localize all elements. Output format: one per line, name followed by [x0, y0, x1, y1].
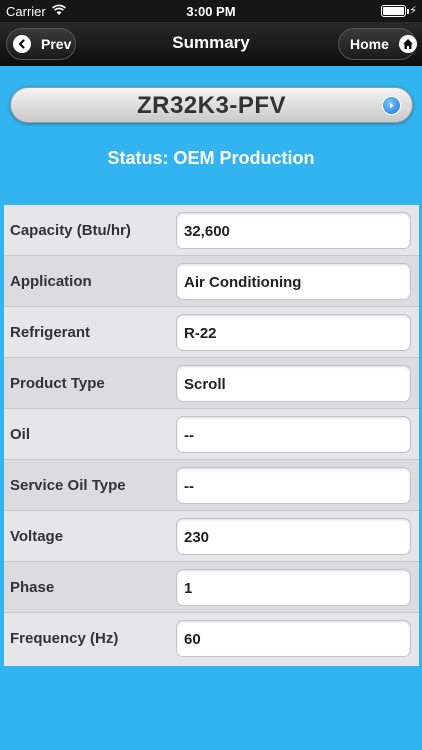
- row-value: --: [184, 427, 194, 444]
- row-value: 1: [184, 580, 193, 597]
- status-text: Status: OEM Production: [107, 148, 315, 168]
- table-row: Application Air Conditioning: [4, 256, 419, 307]
- table-row: Refrigerant R-22: [4, 307, 419, 358]
- value-field: 230: [176, 518, 411, 555]
- value-field: 1: [176, 569, 411, 606]
- home-icon: [398, 35, 417, 53]
- table-row: Capacity (Btu/hr) 32,600: [4, 205, 419, 256]
- row-label: Product Type: [10, 375, 105, 392]
- model-name: ZR32K3-PFV: [136, 92, 287, 119]
- clock: 3:00 PM: [186, 4, 236, 19]
- row-value: 32,600: [184, 223, 230, 240]
- table-row: Phase 1: [4, 562, 419, 613]
- value-field: --: [176, 467, 411, 504]
- value-field: Air Conditioning: [176, 263, 411, 300]
- info-arrow-icon[interactable]: [382, 96, 401, 115]
- row-value: 60: [184, 631, 201, 648]
- row-value: 230: [184, 529, 210, 546]
- row-value: R-22: [184, 325, 217, 342]
- row-value: Scroll: [184, 376, 226, 393]
- row-label: Phase: [10, 579, 55, 596]
- value-field: --: [176, 416, 411, 453]
- row-label: Capacity (Btu/hr): [10, 222, 131, 239]
- table-row: Service Oil Type --: [4, 460, 419, 511]
- value-field: 32,600: [176, 212, 411, 249]
- status-bar: Carrier 3:00 PM ⚡: [0, 0, 422, 22]
- detail-table: Capacity (Btu/hr) 32,600 Application Air…: [4, 205, 419, 666]
- home-button-label: Home: [350, 36, 389, 52]
- table-row: Frequency (Hz) 60: [4, 613, 419, 664]
- table-row: Oil --: [4, 409, 419, 460]
- row-label: Frequency (Hz): [10, 630, 119, 647]
- value-field: R-22: [176, 314, 411, 351]
- charging-icon: ⚡: [409, 5, 417, 17]
- row-value: --: [184, 478, 194, 495]
- row-label: Refrigerant: [10, 324, 91, 341]
- row-label: Oil: [10, 426, 31, 443]
- row-label: Voltage: [10, 528, 64, 545]
- table-row: Product Type Scroll: [4, 358, 419, 409]
- value-field: 60: [176, 620, 411, 657]
- row-label: Service Oil Type: [10, 477, 126, 494]
- row-label: Application: [10, 273, 92, 290]
- model-selector[interactable]: ZR32K3-PFV: [10, 87, 413, 123]
- home-button[interactable]: Home: [338, 28, 417, 60]
- battery-icon: [381, 5, 409, 17]
- value-field: Scroll: [176, 365, 411, 402]
- row-value: Air Conditioning: [184, 274, 302, 291]
- navigation-bar: Prev Summary Home: [0, 22, 422, 66]
- table-row: Voltage 230: [4, 511, 419, 562]
